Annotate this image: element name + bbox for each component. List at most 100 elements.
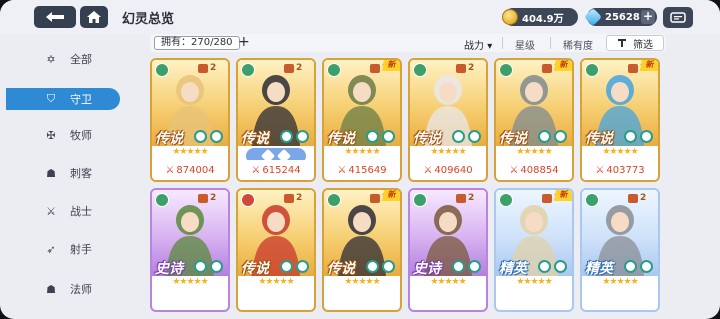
skill-icon	[366, 260, 379, 273]
element-icon	[327, 63, 341, 77]
filter-bar: 拥有：270/280 + 战力 ▾ 星级 稀有度 筛选	[150, 34, 666, 52]
add-gems-button[interactable]: +	[641, 10, 655, 24]
rarity-label: 传说	[499, 131, 527, 147]
home-icon	[87, 11, 101, 23]
star-rating: ★★★★★	[516, 277, 552, 287]
rarity-label: 传说	[327, 131, 355, 147]
skill-icon	[452, 130, 465, 143]
page-title: 幻灵总览	[122, 12, 175, 27]
hero-card[interactable]: 2 传说 ★★★★★ ⚔ 874004	[150, 58, 230, 182]
skill-icon	[296, 260, 309, 273]
screen: 幻灵总览 404.9万 25628 + ✡ 全部 ⛉ 守卫 ✠ 牧师 ☗ 刺客 ⚔ 战士 ➶ 射手 ☗ 法…	[0, 0, 720, 319]
mage-icon: ☗	[46, 282, 56, 296]
sidebar-item-label: 守卫	[70, 93, 92, 106]
crossed-swords-icon: ⚔	[165, 164, 175, 176]
expand-capacity-button[interactable]: +	[238, 35, 250, 49]
element-icon	[499, 193, 513, 207]
hero-level: 2	[296, 63, 303, 73]
rarity-label: 传说	[413, 131, 441, 147]
sidebar-item-label: 牧师	[70, 129, 92, 142]
sidebar-item-4[interactable]: ⚔ 战士	[6, 200, 120, 222]
hero-level: 2	[640, 193, 647, 203]
combat-power: ⚔ 415649	[324, 160, 400, 180]
skill-icon	[538, 130, 551, 143]
skill-icon	[640, 130, 653, 143]
sidebar-item-3[interactable]: ☗ 刺客	[6, 162, 120, 184]
rarity-label: 传说	[241, 261, 269, 277]
warrior-icon: ⚔	[46, 204, 56, 218]
gem-counter: 25628 +	[583, 7, 657, 27]
new-badge: 新	[553, 60, 572, 71]
sidebar-item-5[interactable]: ➶ 射手	[6, 238, 120, 260]
shield-icon: ⛉	[46, 92, 56, 105]
gold-counter: 404.9万	[502, 8, 578, 26]
sidebar-item-2[interactable]: ✠ 牧师	[6, 124, 120, 146]
combat-power-value: 409640	[434, 164, 473, 176]
level-icon	[284, 64, 294, 73]
level-icon	[198, 64, 208, 73]
skill-icon	[468, 130, 481, 143]
sidebar-item-label: 刺客	[70, 167, 92, 180]
back-arrow-icon	[46, 12, 64, 22]
star-rating: ★★★★★	[172, 147, 208, 157]
level-icon	[628, 64, 638, 73]
divider	[502, 37, 503, 49]
hero-card[interactable]: 2 传说 ★★★★★	[236, 188, 316, 312]
element-icon	[155, 63, 169, 77]
hero-card[interactable]: 2 传说 ★★★★★ ⚔ 409640	[408, 58, 488, 182]
home-button[interactable]	[80, 6, 108, 28]
star-rating: ★★★★★	[258, 277, 294, 287]
skill-icon	[624, 130, 637, 143]
chat-button[interactable]	[663, 7, 693, 28]
star-rating: ★★★★★	[602, 147, 638, 157]
skill-icon	[194, 260, 207, 273]
hero-card[interactable]: 2 史诗 ★★★★★	[150, 188, 230, 312]
star-rating: ★★★★★	[344, 277, 380, 287]
star-rating: ★★★★★	[172, 277, 208, 287]
filter-button[interactable]: 筛选	[606, 35, 664, 51]
combat-power-value: 415649	[348, 164, 387, 176]
crossed-swords-icon: ⚔	[423, 164, 433, 176]
sidebar-item-label: 法师	[70, 283, 92, 296]
skill-icon	[366, 130, 379, 143]
element-icon	[241, 193, 255, 207]
hero-card[interactable]: 2新精英★★★★★	[494, 188, 574, 312]
combat-power: ⚔ 403773	[582, 160, 658, 180]
hero-card[interactable]: 2 精英 ★★★★★	[580, 188, 660, 312]
element-icon	[585, 193, 599, 207]
hero-card[interactable]: 2 传说 ⚔ 615244	[236, 58, 316, 182]
hero-card[interactable]: 2新传说★★★★★⚔415649	[322, 58, 402, 182]
hero-card[interactable]: 2新传说★★★★★⚔403773	[580, 58, 660, 182]
combat-power: ⚔ 408854	[496, 160, 572, 180]
sidebar-item-0[interactable]: ✡ 全部	[6, 48, 120, 70]
sort-rarity[interactable]: 稀有度	[563, 37, 593, 52]
back-button[interactable]	[34, 6, 76, 28]
skill-icon	[382, 260, 395, 273]
element-icon	[585, 63, 599, 77]
level-icon	[542, 64, 552, 73]
skill-icon	[554, 260, 567, 273]
sort-star[interactable]: 星级	[515, 37, 535, 52]
crossed-swords-icon: ⚔	[251, 164, 261, 176]
class-sidebar: ✡ 全部 ⛉ 守卫 ✠ 牧师 ☗ 刺客 ⚔ 战士 ➶ 射手 ☗ 法师	[0, 34, 126, 319]
sidebar-item-1[interactable]: ⛉ 守卫	[6, 88, 120, 110]
rarity-label: 传说	[585, 131, 613, 147]
sort-power[interactable]: 战力 ▾	[464, 37, 492, 52]
chevron-down-icon: ▾	[487, 41, 493, 52]
skill-icon	[194, 130, 207, 143]
rarity-label: 精英	[499, 261, 527, 277]
hero-level: 2	[296, 193, 303, 203]
sidebar-item-label: 全部	[70, 53, 92, 66]
hero-card[interactable]: 2 史诗 ★★★★★	[408, 188, 488, 312]
hero-level: 2	[210, 63, 217, 73]
skill-icon	[280, 260, 293, 273]
gem-icon	[583, 7, 603, 27]
star-rating: ★★★★★	[430, 147, 466, 157]
level-icon	[542, 194, 552, 203]
hero-card[interactable]: 2新传说★★★★★⚔408854	[494, 58, 574, 182]
hero-card[interactable]: 2新传说★★★★★	[322, 188, 402, 312]
divider	[550, 37, 551, 49]
combat-power-value: 403773	[606, 164, 645, 176]
sidebar-item-6[interactable]: ☗ 法师	[6, 278, 120, 300]
skill-icon	[452, 260, 465, 273]
